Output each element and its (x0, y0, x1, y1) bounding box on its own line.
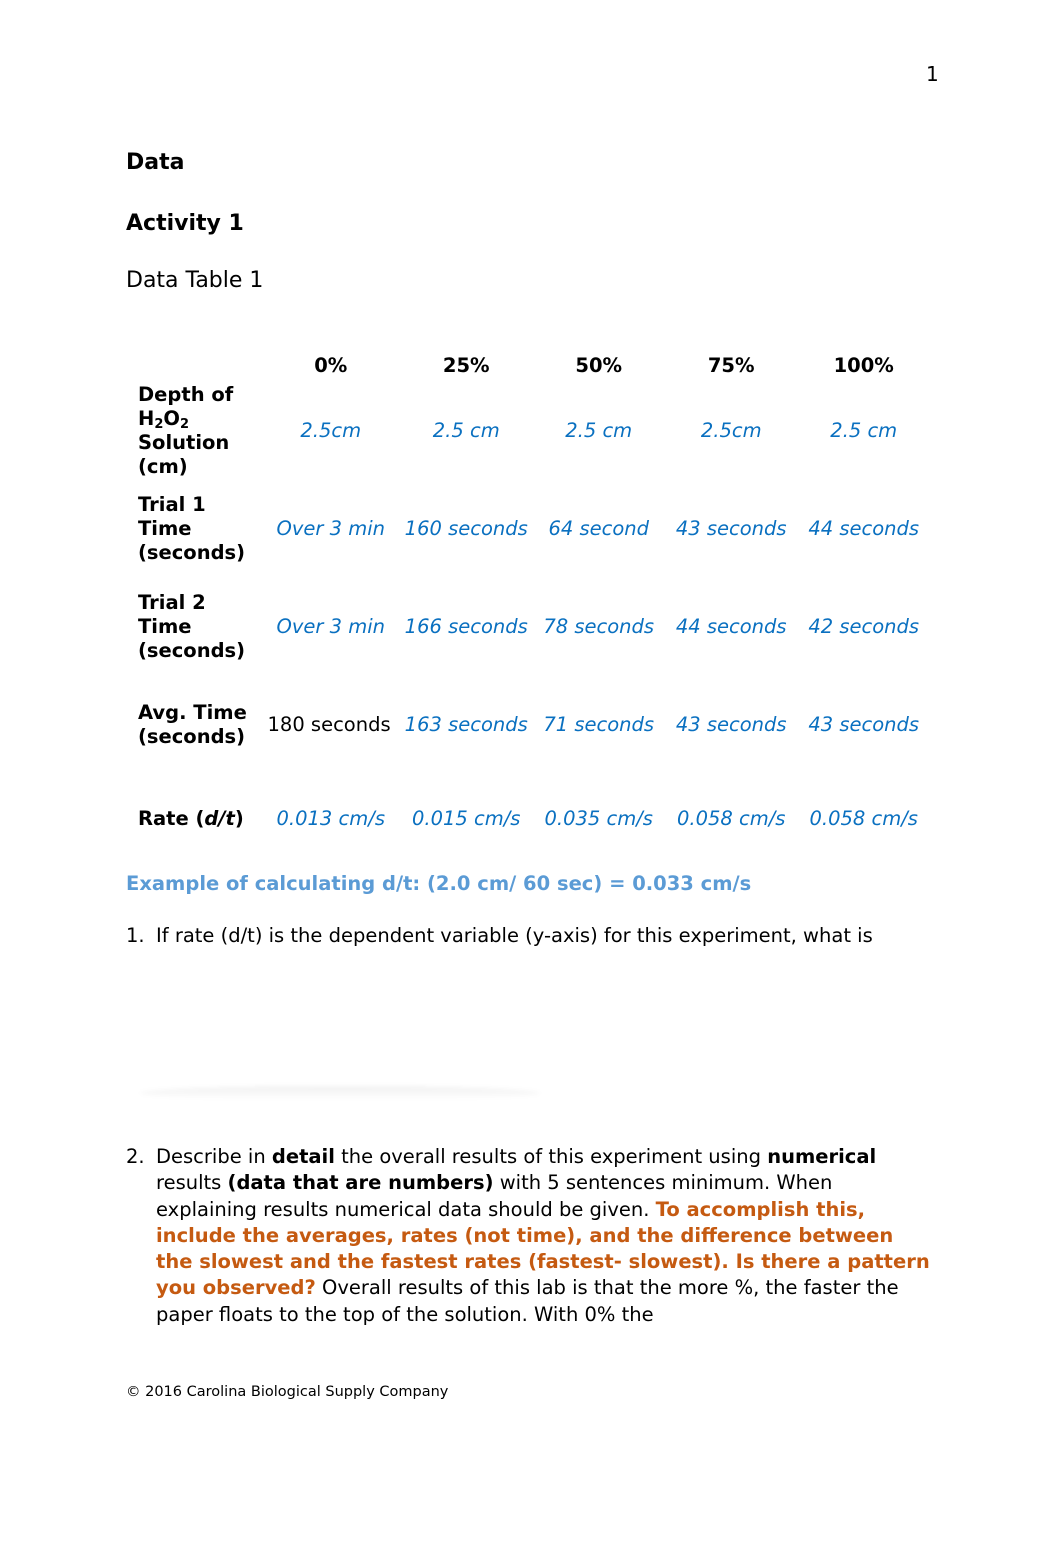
data-table-1: 0% 25% 50% 75% 100% Depth of H2O2 Soluti… (130, 350, 930, 854)
table-title: Data Table 1 (126, 268, 264, 293)
table-cell: 0.013 cm/s (276, 807, 385, 830)
table-cell: Over 3 min (276, 615, 385, 638)
question-number: 1. (126, 924, 145, 947)
section-heading: Data (126, 150, 185, 175)
table-cell: 2.5 cm (565, 419, 633, 442)
table-row-rate: Rate (d/t) 0.013 cm/s 0.015 cm/s 0.035 c… (130, 774, 930, 854)
table-cell: Over 3 min (276, 517, 385, 540)
question-number: 2. (126, 1145, 145, 1168)
header-blank (130, 350, 262, 382)
table-cell: 2.5cm (700, 419, 762, 442)
table-row-trial-2: Trial 2 Time (seconds) Over 3 min 166 se… (130, 578, 930, 676)
table-cell: 0.015 cm/s (412, 807, 521, 830)
table-cell: 43 seconds (675, 517, 787, 540)
column-header: 75% (707, 354, 755, 377)
row-label-depth: Depth of H2O2 Solution (cm) (138, 383, 234, 478)
table-header-row: 0% 25% 50% 75% 100% (130, 350, 930, 382)
page-number: 1 (926, 62, 939, 86)
column-header: 25% (442, 354, 490, 377)
column-header: 50% (575, 354, 623, 377)
table-cell: 2.5 cm (830, 419, 898, 442)
row-label-avg-time: Avg. Time (seconds) (138, 701, 247, 748)
table-cell: 2.5cm (300, 419, 362, 442)
table-cell: 43 seconds (675, 713, 787, 736)
table-row-trial-1: Trial 1 Time (seconds) Over 3 min 160 se… (130, 480, 930, 578)
table-row-avg-time: Avg. Time (seconds) 180 seconds 163 seco… (130, 676, 930, 774)
table-cell: 163 seconds (404, 713, 528, 736)
question-text: If rate (d/t) is the dependent variable … (156, 924, 873, 947)
row-label-trial-2: Trial 2 Time (seconds) (138, 591, 246, 662)
column-header: 100% (833, 354, 894, 377)
table-cell: 43 seconds (808, 713, 920, 736)
table-cell: 78 seconds (543, 615, 655, 638)
table-cell: 0.035 cm/s (544, 807, 653, 830)
table-cell: 44 seconds (808, 517, 920, 540)
question-1: 1. If rate (d/t) is the dependent variab… (126, 923, 936, 949)
table-cell: 64 second (548, 517, 649, 540)
hidden-content-shadow (140, 1086, 540, 1100)
example-calculation: Example of calculating d/t: (2.0 cm/ 60 … (126, 872, 752, 895)
table-cell: 0.058 cm/s (809, 807, 918, 830)
table-cell: 42 seconds (808, 615, 920, 638)
table-cell: 2.5 cm (432, 419, 500, 442)
copyright-footer: © 2016 Carolina Biological Supply Compan… (126, 1384, 449, 1400)
activity-heading: Activity 1 (126, 211, 244, 236)
table-cell: 71 seconds (543, 713, 655, 736)
row-label-rate: Rate (d/t) (138, 807, 244, 830)
table-cell: 160 seconds (404, 517, 528, 540)
table-cell: 166 seconds (404, 615, 528, 638)
table-cell: 180 seconds (267, 713, 391, 736)
column-header: 0% (314, 354, 348, 377)
question-2: 2. Describe in detail the overall result… (126, 1144, 936, 1328)
question-text: Describe in detail the overall results o… (156, 1145, 930, 1326)
table-cell: 0.058 cm/s (676, 807, 786, 830)
table-cell: 44 seconds (675, 615, 787, 638)
table-row-depth: Depth of H2O2 Solution (cm) 2.5cm 2.5 cm… (130, 382, 930, 480)
row-label-trial-1: Trial 1 Time (seconds) (138, 493, 246, 564)
